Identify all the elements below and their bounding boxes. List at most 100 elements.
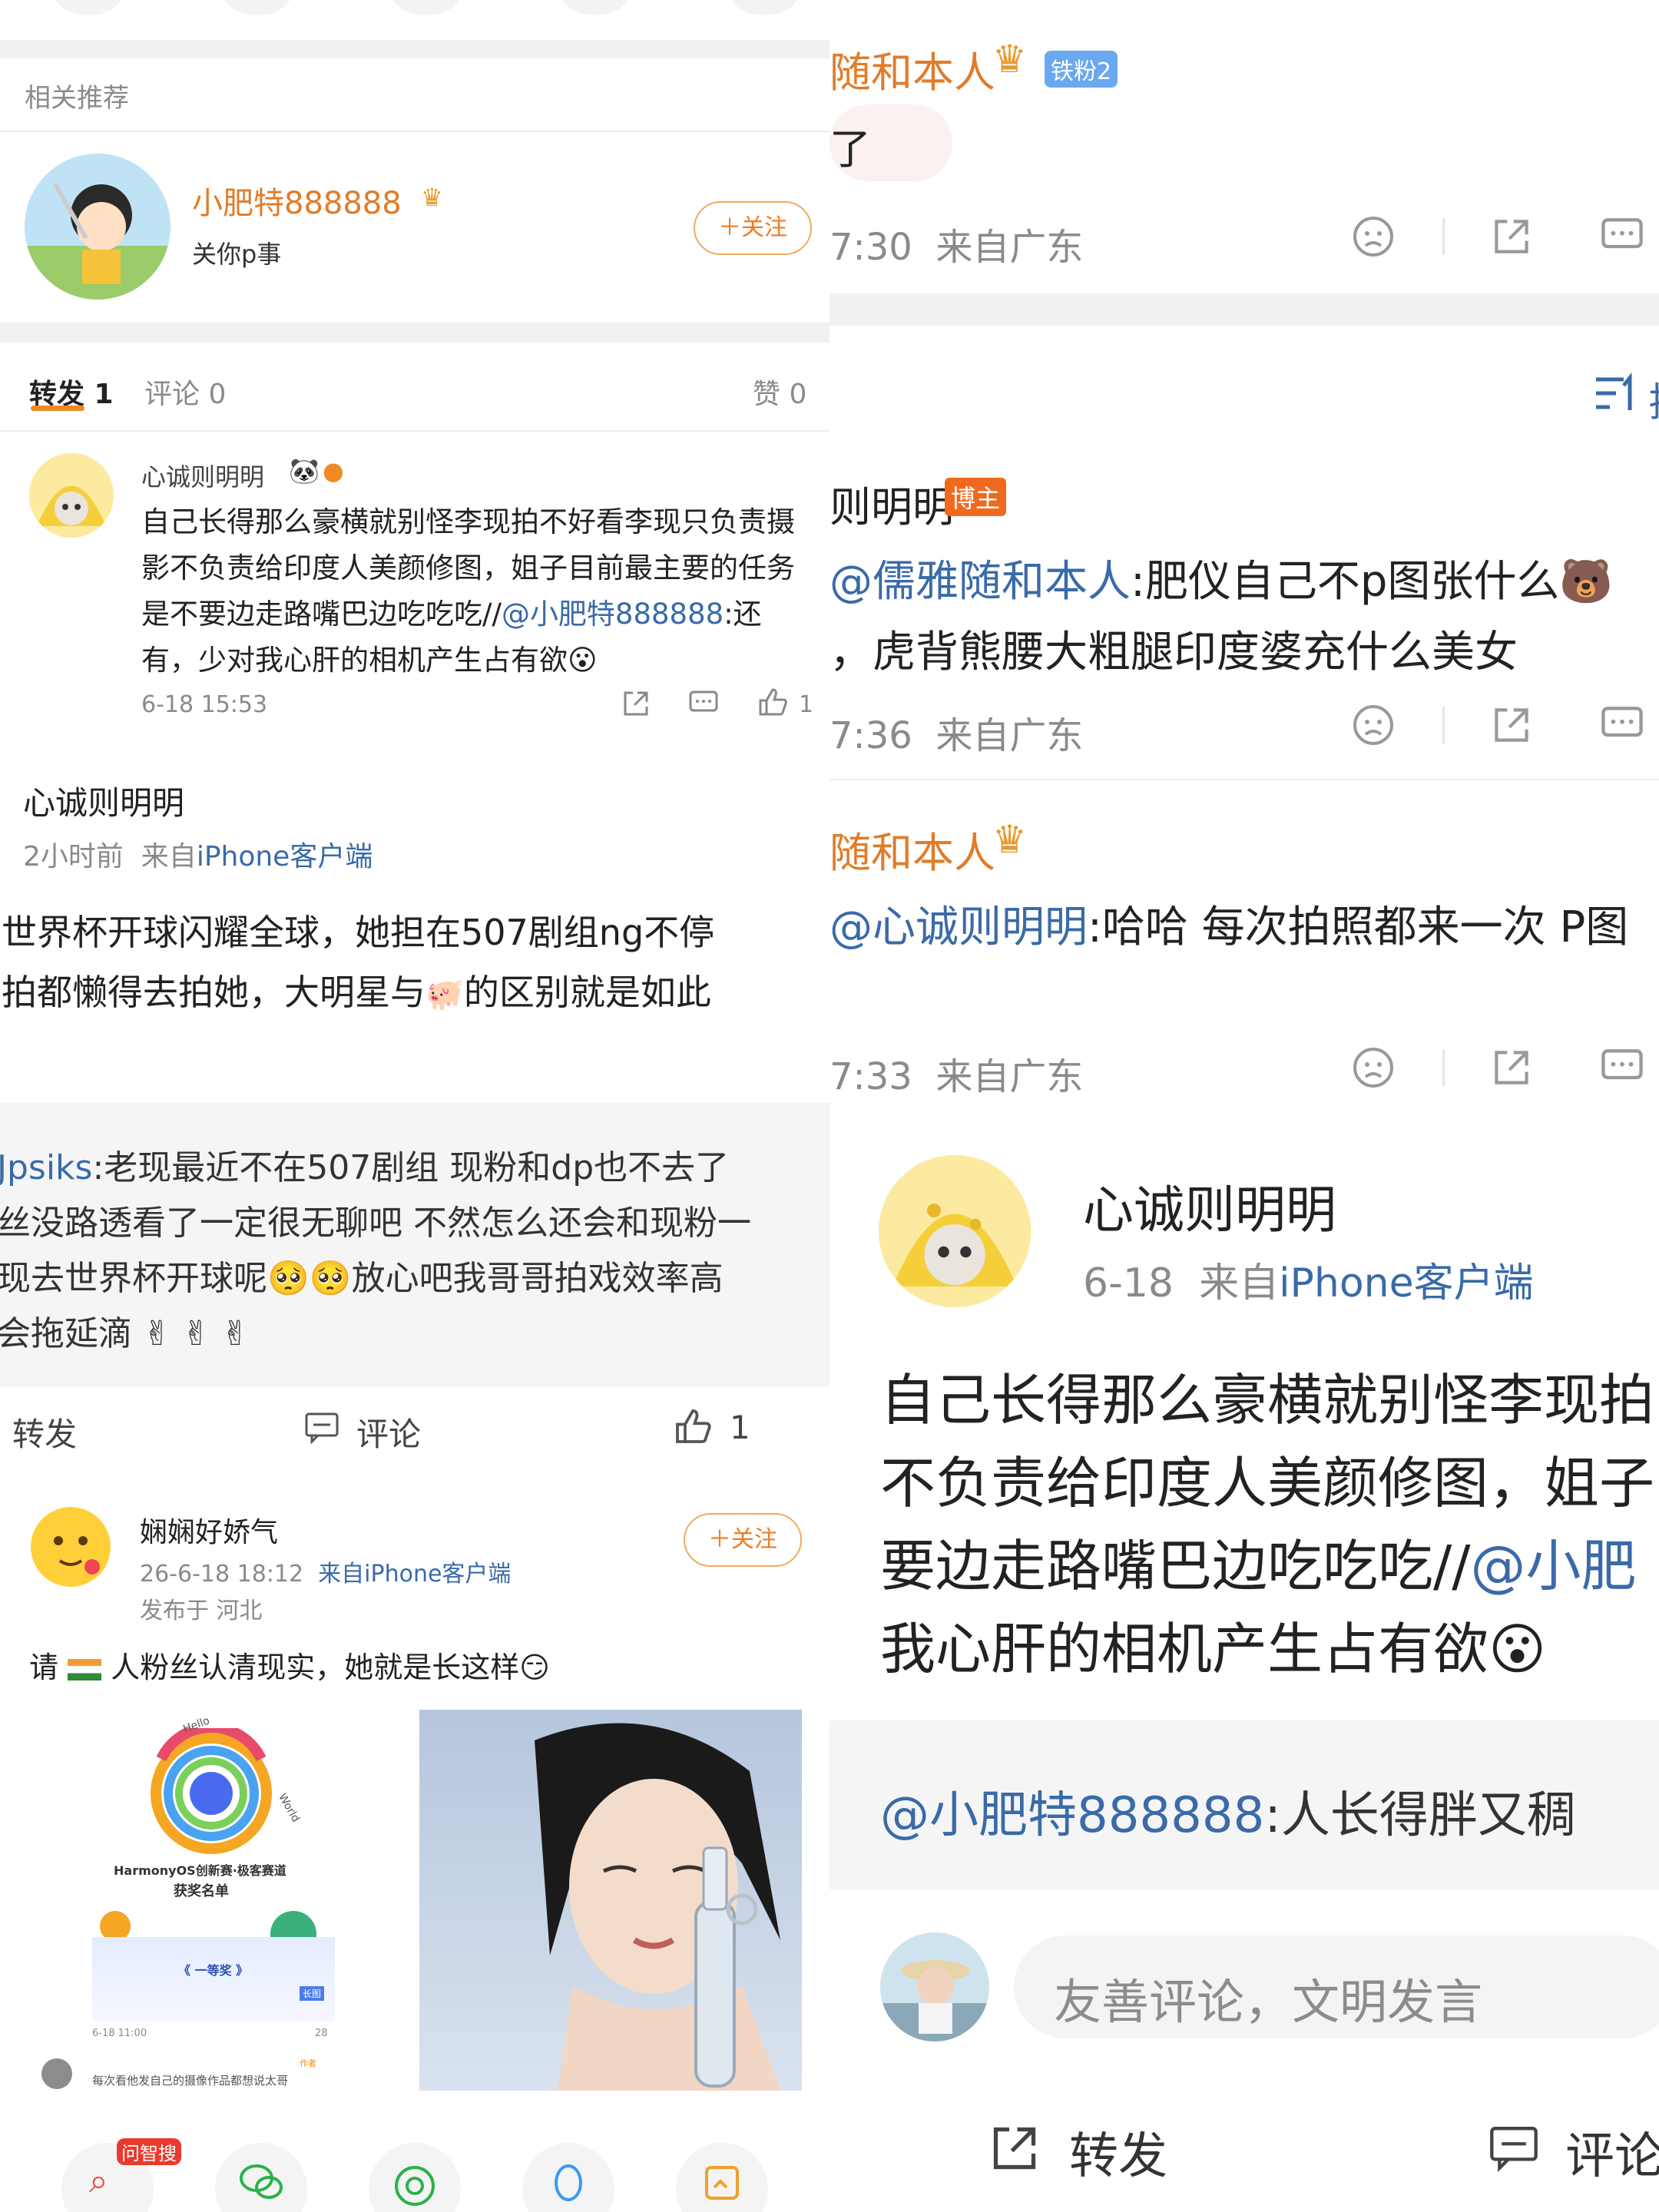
avatar[interactable] [31,1507,111,1587]
detail-user[interactable]: 心诚则明明 [1083,1169,1336,1243]
post-user[interactable]: 心诚则明明 [23,777,184,824]
img1-award: 《 一等奖 》 [178,1963,249,1978]
like-icon[interactable] [757,687,788,717]
image-download-icon [705,2166,739,2200]
comment-icon[interactable] [688,690,719,717]
share-icon[interactable] [621,688,651,719]
left-screenshot: 相关推荐 小肥特888888 ♛ 关你p事 ＋关注 转发 1 评论 0 赞 0 … [0,0,830,2212]
moments-share-button[interactable] [369,2143,461,2212]
share-icon[interactable] [1490,1046,1533,1089]
mention-link[interactable]: @小肥 [1471,1534,1637,1598]
quote-line-4: 会拖延滴 ✌ ✌ ✌ [0,1306,250,1355]
detail-line-2: 不负责给印度人美颜修图，姐子 [880,1451,1655,1515]
detail-line-1: 自己长得那么豪横就别怪李现拍 [880,1368,1655,1432]
quote-text-4: 会拖延滴 [0,1314,132,1353]
top-share-circle[interactable] [730,0,799,15]
related-user-name[interactable]: 小肥特888888 [192,178,402,223]
post-source-prefix: 来自 [141,841,197,873]
like-icon[interactable] [673,1407,713,1445]
search-icon: ⌕ [89,2161,108,2200]
comment-user[interactable]: 随和本人 [830,819,995,879]
bear-emoji-icon: 🐻 [1559,557,1614,607]
post-repost-button[interactable]: 转发 [12,1409,77,1455]
img1-tag: 长图 [300,1986,325,2001]
bottom-repost-button[interactable]: 转发 [1069,2117,1167,2187]
post-image-2[interactable] [419,1710,802,2091]
follow-button[interactable]: ＋关注 [694,201,812,255]
comment-icon[interactable] [1488,2124,1539,2172]
avatar[interactable] [29,453,114,538]
comment-icon[interactable] [1599,705,1645,745]
comment-time: 7:33 [830,1055,912,1098]
sort-icon[interactable] [1593,372,1639,415]
avatar[interactable] [25,154,171,300]
related-user-desc: 关你p事 [192,240,282,269]
mention-link[interactable]: @小肥特888888 [880,1787,1264,1844]
img1-card [92,1937,335,2022]
detail-source-prefix: 来自 [1199,1260,1280,1306]
moments-icon [395,2166,435,2206]
pig-emoji-icon: 🐖 [426,977,464,1012]
dislike-icon[interactable] [1352,1046,1395,1089]
fan-badge-icon: ● [323,456,344,485]
second-meta: 26-6-18 18:12 来自iPhone客户端 [140,1555,511,1588]
mention-link[interactable]: @儒雅随和本人 [830,557,1131,607]
wechat-share-button[interactable] [215,2143,307,2212]
crown-icon: ♛ [421,183,443,212]
comment-icon[interactable] [304,1412,339,1444]
share-icon[interactable] [1490,215,1533,258]
pleading-emoji-icon: 🥺🥺 [267,1259,352,1298]
bottom-comment-button[interactable]: 评论 [1565,2117,1659,2187]
avatar[interactable] [879,1155,1031,1307]
smirk-emoji-icon: 😏 [519,1651,550,1684]
mention-link[interactable]: @小肥特888888 [502,598,724,631]
quote-user[interactable]: Jpsiks [0,1148,92,1187]
post-source[interactable]: iPhone客户端 [197,841,373,873]
comment-user[interactable]: 随和本人 [830,38,995,99]
img1-author-tag: 作者 [300,2058,316,2068]
mention-link[interactable]: @心诚则明明 [830,902,1088,952]
comment-icon[interactable] [1599,1048,1645,1088]
detail-meta: 6-18 来自iPhone客户端 [1083,1250,1534,1308]
comment-text: @心诚则明明:哈哈 每次拍照都来一次 P图 [830,892,1628,955]
second-user[interactable]: 娴娴好娇气 [140,1510,278,1550]
dislike-icon[interactable] [1352,215,1395,258]
avatar[interactable] [880,1932,989,2041]
repost-user[interactable]: 心诚则明明 [141,458,264,493]
follow-button[interactable]: ＋关注 [684,1513,802,1567]
comment-user[interactable]: 则明明 [830,473,954,534]
victory-emoji-icon: ✌ ✌ ✌ [143,1314,250,1353]
tab-indicator [31,406,84,411]
quote-text-3: 现去世界杯开球呢 [0,1259,267,1298]
top-share-circle[interactable] [392,0,461,15]
detail-quote: @小肥特888888:人长得胖又稠 [880,1776,1576,1846]
share-icon[interactable] [1490,704,1533,747]
quote-text-3b: 放心吧我哥哥拍戏效率高 [351,1259,724,1298]
divider [1442,218,1445,255]
post-comment-button[interactable]: 评论 [356,1409,421,1455]
repost-time: 6-18 15:53 [141,691,268,718]
save-image-button[interactable] [676,2143,768,2212]
top-share-circle[interactable] [54,0,123,15]
dislike-icon[interactable] [1352,704,1395,747]
harmony-ring-graphic [151,1728,272,1854]
comment-icon[interactable] [1599,217,1645,257]
detail-source[interactable]: iPhone客户端 [1279,1260,1534,1306]
author-badge: 博主 [945,478,1007,516]
comment-meta: 7:33 来自广东 [830,1046,1083,1100]
top-share-circle[interactable] [223,0,292,15]
like-count: 1 [799,691,814,718]
qq-share-button[interactable] [522,2143,614,2212]
post-like-count[interactable]: 1 [730,1409,750,1446]
tab-like[interactable]: 赞 0 [753,372,806,412]
post-line-2b: 的区别就是如此 [463,972,711,1013]
share-icon[interactable] [988,2121,1041,2175]
top-share-circle[interactable] [561,0,630,15]
detail-quote-text: :人长得胖又稠 [1264,1787,1576,1844]
second-source[interactable]: 来自iPhone客户端 [318,1561,511,1588]
sort-label[interactable]: 排 [1648,370,1659,428]
post-image-1[interactable]: Hello World HarmonyOS创新赛·极客赛道 获奖名单 《 一等奖… [92,1710,335,2091]
tab-comment[interactable]: 评论 0 [144,372,226,412]
divider [1442,1049,1445,1086]
comment-meta: 7:36 来自广东 [830,705,1083,759]
